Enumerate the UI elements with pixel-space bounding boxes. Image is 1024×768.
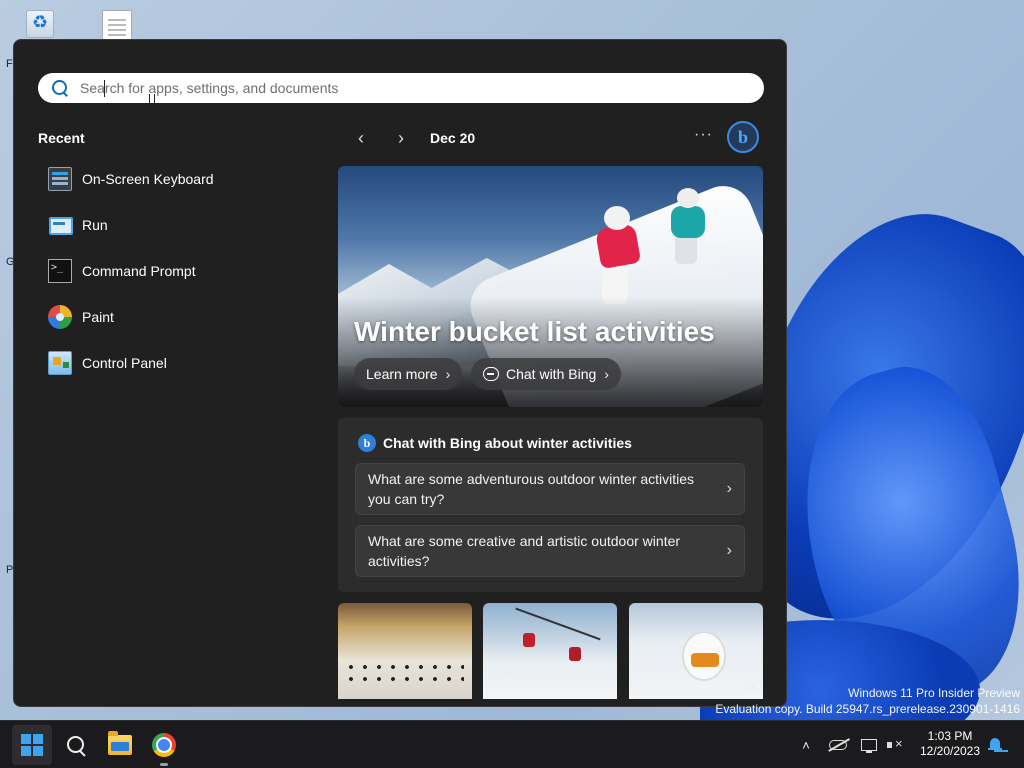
thumbnail-row: ▶ bbox=[338, 603, 763, 699]
document-file-icon[interactable] bbox=[100, 8, 136, 40]
previous-arrow-icon[interactable]: ‹ bbox=[348, 125, 374, 151]
speaker-muted-icon bbox=[887, 736, 903, 752]
bing-chat-title: Chat with Bing about winter activities bbox=[383, 435, 632, 451]
chat-with-bing-button[interactable]: Chat with Bing › bbox=[471, 358, 621, 390]
recent-item-label: Command Prompt bbox=[82, 263, 196, 279]
skier-red-image bbox=[588, 206, 648, 304]
text-caret bbox=[104, 80, 105, 97]
highlights-date: Dec 20 bbox=[430, 130, 476, 146]
chrome-button[interactable] bbox=[144, 725, 184, 765]
clock-date: 12/20/2023 bbox=[919, 744, 981, 758]
show-hidden-icons-button[interactable]: ˄ bbox=[796, 721, 816, 768]
file-explorer-button[interactable] bbox=[100, 725, 140, 765]
chevron-right-icon: › bbox=[726, 542, 732, 559]
chevron-right-icon: › bbox=[445, 366, 451, 382]
chevron-right-icon: › bbox=[604, 366, 609, 382]
learn-more-label: Learn more bbox=[366, 366, 438, 382]
network-tray-button[interactable] bbox=[858, 721, 880, 768]
bing-suggested-question[interactable]: What are some creative and artistic outd… bbox=[355, 525, 745, 577]
recent-item-label: Control Panel bbox=[82, 355, 167, 371]
chevron-up-icon: ˄ bbox=[802, 737, 810, 753]
next-arrow-icon[interactable]: › bbox=[388, 125, 414, 151]
bing-logo-icon[interactable]: b bbox=[727, 121, 759, 153]
command-prompt-icon bbox=[48, 259, 72, 283]
running-indicator bbox=[160, 763, 168, 766]
recycle-bin-icon[interactable] bbox=[22, 8, 58, 38]
search-icon bbox=[67, 736, 85, 754]
recent-item-label: Paint bbox=[82, 309, 114, 325]
question-text: What are some creative and artistic outd… bbox=[368, 533, 681, 569]
ibeam-cursor-icon bbox=[149, 94, 155, 108]
desktop-label-fragment: F bbox=[6, 58, 13, 70]
question-text: What are some adventurous outdoor winter… bbox=[368, 471, 695, 507]
highlights-nav: ‹ › Dec 20 bbox=[348, 125, 475, 151]
search-panel: Recent On-Screen Keyboard Run Command Pr… bbox=[13, 39, 787, 707]
run-icon bbox=[48, 213, 73, 237]
next-thumbnail-icon[interactable]: ▶ bbox=[751, 680, 759, 691]
windows-logo-icon bbox=[21, 734, 43, 756]
hero-title: Winter bucket list activities bbox=[354, 316, 715, 347]
clock[interactable]: 1:03 PM 12/20/2023 bbox=[915, 729, 985, 759]
onedrive-tray-button[interactable] bbox=[826, 721, 850, 768]
clock-time: 1:03 PM bbox=[927, 729, 973, 743]
recent-item-label: On-Screen Keyboard bbox=[82, 171, 214, 187]
gondola-thumbnail[interactable] bbox=[483, 603, 617, 699]
notification-bell-icon[interactable] bbox=[987, 737, 1003, 753]
cloud-offline-icon bbox=[829, 740, 847, 750]
keyboard-icon bbox=[48, 167, 72, 191]
recent-item-on-screen-keyboard[interactable]: On-Screen Keyboard bbox=[38, 156, 318, 202]
ice-skating-thumbnail[interactable] bbox=[338, 603, 472, 699]
paint-icon bbox=[48, 305, 72, 329]
network-monitor-icon bbox=[861, 739, 877, 753]
hero-card[interactable]: Winter bucket list activities Learn more… bbox=[338, 166, 763, 407]
recent-item-label: Run bbox=[82, 217, 108, 233]
taskbar-search-button[interactable] bbox=[56, 725, 96, 765]
search-icon bbox=[52, 80, 68, 96]
snowman-thumbnail[interactable]: ▶ bbox=[629, 603, 763, 699]
skier-teal-image bbox=[663, 188, 713, 268]
build-watermark-line1: Windows 11 Pro Insider Preview bbox=[848, 686, 1020, 700]
bing-logo-icon: b bbox=[358, 434, 376, 452]
start-button[interactable] bbox=[12, 725, 52, 765]
volume-tray-button[interactable] bbox=[884, 721, 906, 768]
learn-more-button[interactable]: Learn more › bbox=[354, 358, 463, 390]
bing-chat-heading: b Chat with Bing about winter activities bbox=[358, 434, 632, 452]
recent-item-control-panel[interactable]: Control Panel bbox=[38, 340, 318, 386]
recent-item-run[interactable]: Run bbox=[38, 202, 318, 248]
chrome-icon bbox=[152, 733, 176, 757]
chevron-right-icon: › bbox=[726, 480, 732, 497]
search-box[interactable] bbox=[38, 73, 764, 103]
bing-chat-card: b Chat with Bing about winter activities… bbox=[338, 418, 763, 592]
chat-bubble-icon bbox=[483, 367, 499, 381]
recent-item-command-prompt[interactable]: Command Prompt bbox=[38, 248, 318, 294]
recent-heading: Recent bbox=[38, 130, 85, 146]
search-input[interactable] bbox=[80, 80, 720, 96]
control-panel-icon bbox=[48, 351, 72, 375]
folder-icon bbox=[108, 731, 132, 755]
recent-list: On-Screen Keyboard Run Command Prompt Pa… bbox=[38, 156, 318, 386]
taskbar: ˄ 1:03 PM 12/20/2023 bbox=[0, 720, 1024, 768]
recent-item-paint[interactable]: Paint bbox=[38, 294, 318, 340]
bing-suggested-question[interactable]: What are some adventurous outdoor winter… bbox=[355, 463, 745, 515]
build-watermark-line2: Evaluation copy. Build 25947.rs_prerelea… bbox=[715, 702, 1020, 716]
more-options-icon[interactable]: ··· bbox=[694, 126, 713, 144]
chat-with-bing-label: Chat with Bing bbox=[506, 366, 597, 382]
